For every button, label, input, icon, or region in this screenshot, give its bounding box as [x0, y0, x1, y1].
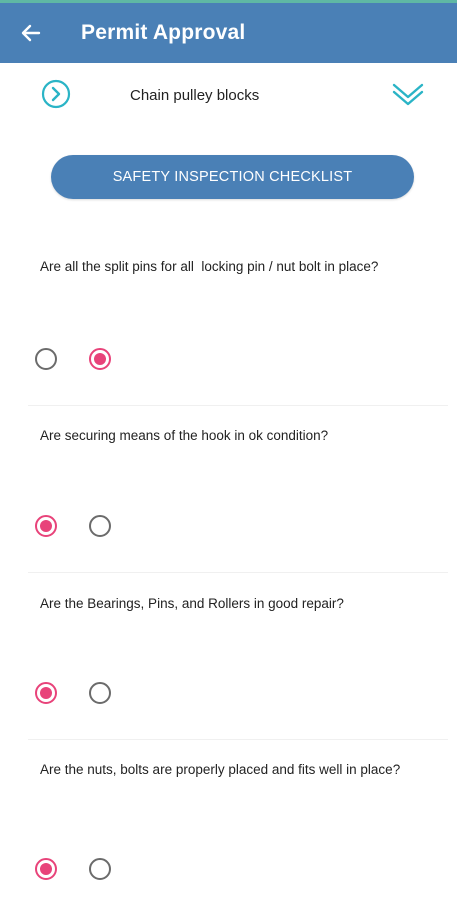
- safety-inspection-checklist-button[interactable]: SAFETY INSPECTION CHECKLIST: [51, 155, 414, 199]
- back-button[interactable]: [14, 16, 48, 50]
- arrow-left-icon: [21, 24, 41, 42]
- radio-option-2[interactable]: [89, 858, 111, 880]
- divider: [28, 572, 448, 573]
- equipment-name: Chain pulley blocks: [130, 87, 260, 104]
- radio-option-2[interactable]: [89, 515, 111, 537]
- radio-option-1[interactable]: [35, 682, 57, 704]
- question-text: Are the nuts, bolts are properly placed …: [40, 762, 401, 777]
- question-text: Are the Bearings, Pins, and Rollers in g…: [40, 596, 344, 611]
- question-text: Are securing means of the hook in ok con…: [40, 428, 329, 443]
- double-chevron-down-icon[interactable]: [391, 80, 425, 108]
- divider: [28, 405, 448, 406]
- radio-option-1[interactable]: [35, 858, 57, 880]
- radio-option-1[interactable]: [35, 515, 57, 537]
- divider: [28, 739, 448, 740]
- radio-option-1[interactable]: [35, 348, 57, 370]
- question-text: Are all the split pins for all locking p…: [40, 259, 379, 274]
- page-title: Permit Approval: [81, 21, 246, 44]
- radio-option-2[interactable]: [89, 348, 111, 370]
- chevron-right-circle-icon[interactable]: [41, 79, 71, 109]
- app-bar: Permit Approval: [0, 0, 457, 63]
- equipment-row: Chain pulley blocks: [0, 64, 457, 128]
- radio-option-2[interactable]: [89, 682, 111, 704]
